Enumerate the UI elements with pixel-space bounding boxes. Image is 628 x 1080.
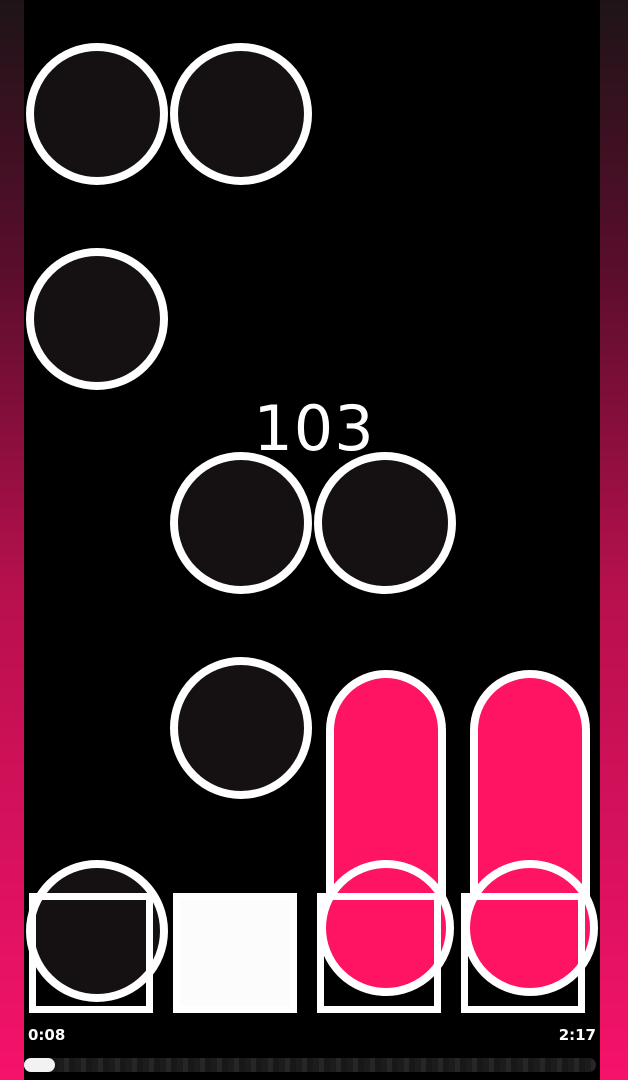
playfield[interactable] [24,0,600,1080]
tap-note [170,657,312,799]
lane-3-receptor[interactable] [317,893,441,1013]
tap-note [314,452,456,594]
total-time: 2:17 [558,1026,596,1044]
tap-note [26,248,168,390]
lane-1-receptor[interactable] [29,893,153,1013]
elapsed-time: 0:08 [28,1026,66,1044]
tap-note [26,43,168,185]
tap-note [170,43,312,185]
tap-note [170,452,312,594]
right-side-gradient [600,0,628,1080]
lane-4-receptor[interactable] [461,893,585,1013]
combo-counter: 103 [253,392,375,465]
song-progress-bar[interactable] [24,1058,596,1072]
song-progress-fill [24,1058,56,1072]
lane-2-receptor[interactable] [173,893,297,1013]
left-side-gradient [0,0,24,1080]
